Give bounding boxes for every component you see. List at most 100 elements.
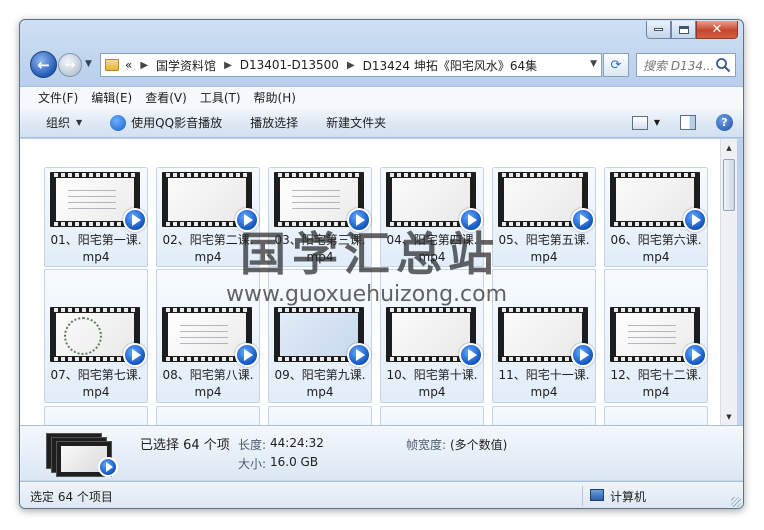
- file-name: 10、阳宅第十课. mp4: [386, 368, 478, 399]
- breadcrumb-separator-icon: ▶: [140, 59, 149, 71]
- qq-player-badge-icon: [571, 343, 595, 367]
- minimize-icon: [654, 28, 663, 31]
- address-dropdown-icon[interactable]: ▼: [590, 59, 597, 69]
- qq-player-badge-icon: [571, 208, 595, 232]
- caption-buttons: ✕: [646, 21, 738, 39]
- file-name: 08、阳宅第八课. mp4: [162, 368, 254, 399]
- file-tile[interactable]: [492, 406, 596, 425]
- menu-edit[interactable]: 编辑(E): [91, 89, 132, 106]
- selection-thumbnail: [46, 433, 120, 478]
- recent-pages-dropdown[interactable]: ▼: [85, 59, 95, 69]
- close-button[interactable]: ✕: [696, 21, 738, 39]
- file-tile[interactable]: 01、阳宅第一课. mp4: [44, 167, 148, 267]
- length-label: 长度:: [238, 438, 267, 452]
- folder-icon: [105, 59, 119, 71]
- menu-view[interactable]: 查看(V): [145, 89, 187, 106]
- resize-grip[interactable]: [731, 497, 741, 507]
- file-tile[interactable]: [380, 406, 484, 425]
- qq-player-badge-icon: [347, 343, 371, 367]
- breadcrumb-separator-icon[interactable]: ▶: [224, 60, 232, 71]
- breadcrumb-item[interactable]: D13401-D13500: [240, 58, 339, 72]
- file-name: 01、阳宅第一课. mp4: [50, 233, 142, 264]
- length-value: 44:24:32: [270, 436, 324, 450]
- file-tile[interactable]: 07、阳宅第七课. mp4: [44, 269, 148, 403]
- help-icon[interactable]: ?: [716, 114, 733, 131]
- qq-player-badge-icon: [683, 208, 707, 232]
- qq-player-badge-icon: [98, 457, 118, 477]
- search-placeholder: 搜索 D134...: [643, 58, 715, 73]
- file-name: 12、阳宅十二课. mp4: [610, 368, 702, 399]
- scrollbar-thumb[interactable]: [723, 159, 735, 211]
- menu-file[interactable]: 文件(F): [38, 89, 78, 106]
- command-bar: 组织 ▼ 使用QQ影音播放 播放选择 新建文件夹 ▼ ?: [20, 108, 743, 138]
- forward-arrow-icon: →: [64, 57, 76, 73]
- menu-tools[interactable]: 工具(T): [200, 89, 241, 106]
- file-name: 07、阳宅第七课. mp4: [50, 368, 142, 399]
- navigation-bar: ← → ▼ « ▶ 国学资料馆 ▶ D13401-D13500 ▶ D13424…: [28, 50, 736, 80]
- refresh-button[interactable]: ⟳: [603, 53, 629, 77]
- preview-pane-icon[interactable]: [680, 115, 696, 130]
- play-selection-label: 播放选择: [250, 116, 299, 130]
- file-tile[interactable]: [604, 406, 708, 425]
- qq-player-badge-icon: [683, 343, 707, 367]
- back-button[interactable]: ←: [30, 51, 57, 78]
- close-icon: ✕: [711, 22, 723, 37]
- frame-width-label: 帧宽度:: [406, 438, 447, 452]
- status-divider: [582, 486, 583, 506]
- breadcrumb-item[interactable]: D13424 坤拓《阳宅风水》64集: [363, 57, 538, 74]
- view-options-chevron-icon[interactable]: ▼: [654, 118, 660, 127]
- forward-button[interactable]: →: [58, 53, 82, 77]
- file-name: 09、阳宅第九课. mp4: [274, 368, 366, 399]
- size-label: 大小:: [238, 457, 267, 471]
- watermark-title: 国学汇总站: [240, 227, 500, 281]
- back-arrow-icon: ←: [37, 55, 50, 74]
- breadcrumb-item[interactable]: 国学资料馆: [156, 57, 216, 74]
- status-location: 计算机: [610, 490, 647, 504]
- file-tile[interactable]: [44, 406, 148, 425]
- qq-play-button[interactable]: 使用QQ影音播放: [110, 114, 222, 131]
- menu-help[interactable]: 帮助(H): [254, 89, 296, 106]
- qq-player-badge-icon: [123, 343, 147, 367]
- maximize-button[interactable]: [671, 21, 696, 39]
- file-tile[interactable]: 11、阳宅十一课. mp4: [492, 269, 596, 403]
- size-value: 16.0 GB: [270, 455, 319, 469]
- address-bar[interactable]: « ▶ 国学资料馆 ▶ D13401-D13500 ▶ D13424 坤拓《阳宅…: [100, 53, 602, 77]
- organize-label: 组织: [46, 116, 71, 130]
- breadcrumb-separator-icon[interactable]: ▶: [347, 60, 355, 71]
- qq-player-icon: [110, 114, 127, 131]
- maximize-icon: [678, 25, 689, 34]
- scroll-down-icon[interactable]: ▼: [721, 408, 737, 425]
- qq-player-badge-icon: [235, 343, 259, 367]
- vertical-scrollbar[interactable]: ▲ ▼: [720, 139, 737, 425]
- breadcrumb-overflow[interactable]: «: [125, 58, 132, 72]
- frame-width-value: (多个数值): [450, 438, 508, 452]
- refresh-icon: ⟳: [610, 57, 622, 73]
- selection-count: 已选择 64 个项: [140, 438, 230, 453]
- organize-button[interactable]: 组织 ▼: [46, 114, 82, 131]
- status-selected: 选定 64 个项目: [30, 490, 113, 504]
- new-folder-label: 新建文件夹: [326, 116, 387, 130]
- status-bar: 选定 64 个项目 计算机: [20, 481, 743, 508]
- qq-player-badge-icon: [459, 343, 483, 367]
- file-name: 11、阳宅十一课. mp4: [498, 368, 590, 399]
- play-selection-button[interactable]: 播放选择: [250, 114, 298, 131]
- new-folder-button[interactable]: 新建文件夹: [326, 114, 386, 131]
- search-input[interactable]: 搜索 D134...: [636, 53, 736, 77]
- file-tile[interactable]: 12、阳宅十二课. mp4: [604, 269, 708, 403]
- change-view-icon[interactable]: [631, 115, 648, 130]
- file-tile[interactable]: 05、阳宅第五课. mp4: [492, 167, 596, 267]
- search-icon[interactable]: [715, 57, 731, 73]
- computer-icon: [590, 489, 604, 501]
- scroll-up-icon[interactable]: ▲: [721, 139, 737, 156]
- file-tile[interactable]: 06、阳宅第六课. mp4: [604, 167, 708, 267]
- watermark-url: www.guoxuehuizong.com: [226, 282, 508, 307]
- file-tile[interactable]: [268, 406, 372, 425]
- qq-player-badge-icon: [123, 208, 147, 232]
- file-tile[interactable]: [156, 406, 260, 425]
- menu-bar: 文件(F) 编辑(E) 查看(V) 工具(T) 帮助(H): [20, 86, 743, 108]
- command-bar-right: ▼ ?: [631, 114, 733, 131]
- minimize-button[interactable]: [646, 21, 671, 39]
- chevron-down-icon: ▼: [76, 118, 83, 127]
- qq-play-label: 使用QQ影音播放: [131, 116, 223, 130]
- details-pane: 已选择 64 个项 长度: 44:24:32 大小: 16.0 GB 帧宽度: …: [20, 425, 743, 480]
